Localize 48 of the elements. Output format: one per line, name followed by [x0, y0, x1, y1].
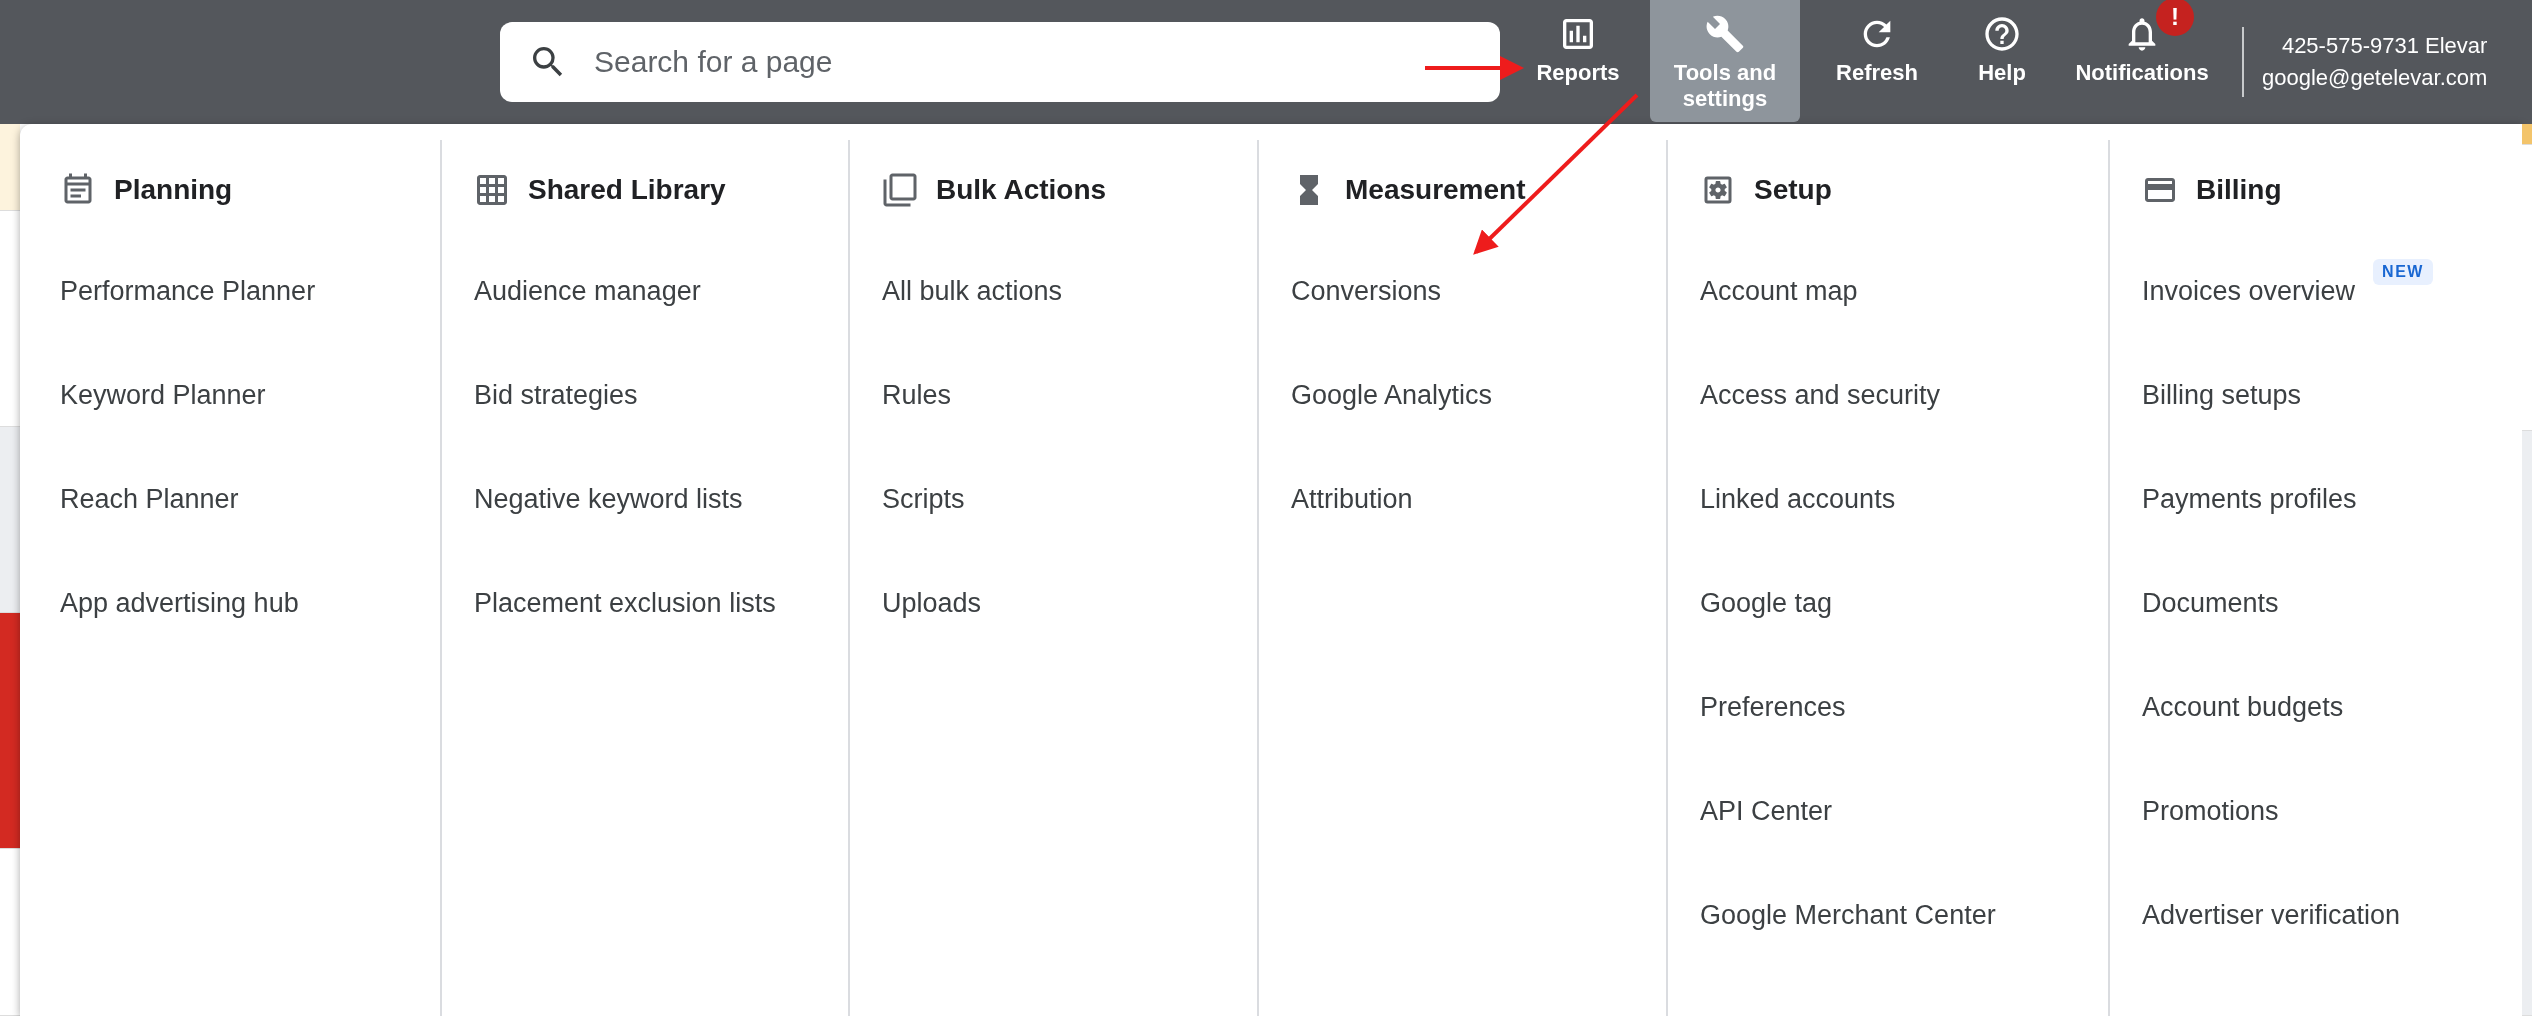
menu-link[interactable]: Preferences [1700, 691, 1846, 723]
menu-link[interactable]: Account map [1700, 275, 1858, 307]
menu-link[interactable]: Google Merchant Center [1700, 899, 1996, 931]
section-title: Measurement [1345, 174, 1526, 206]
menu-link[interactable]: Performance Planner [60, 275, 316, 307]
menu-link[interactable]: Google Analytics [1291, 379, 1493, 411]
menu-link[interactable]: All bulk actions [882, 275, 1063, 307]
copy-icon [882, 172, 918, 208]
menu-link[interactable]: Google tag [1700, 587, 1833, 619]
menu-link[interactable]: Placement exclusion lists [474, 587, 776, 619]
account-name: 425-575-9731 Elevar [2281, 33, 2488, 59]
menu-link[interactable]: Promotions [2142, 795, 2279, 827]
menu-link[interactable]: Advertiser verification [2142, 899, 2401, 931]
menu-link[interactable]: Linked accounts [1700, 483, 1896, 515]
menu-link[interactable]: Account budgets [2142, 691, 2344, 723]
menu-link[interactable]: Negative keyword lists [474, 483, 743, 515]
nav-button[interactable]: Help [1954, 0, 2050, 122]
menu-link[interactable]: Reach Planner [60, 483, 239, 515]
menu-link[interactable]: Payments profiles [2142, 483, 2357, 515]
section-title: Setup [1754, 174, 1832, 206]
new-badge: NEW [2373, 259, 2433, 285]
section-title: Planning [114, 174, 233, 206]
alert-badge: ! [2156, 0, 2194, 36]
menu-link[interactable]: Bid strategies [474, 379, 638, 411]
menu-link[interactable]: App advertising hub [60, 587, 299, 619]
menu-link[interactable]: Rules [882, 379, 952, 411]
grid-icon [474, 172, 510, 208]
menu-link[interactable]: Documents [2142, 587, 2279, 619]
nav-button[interactable]: Reports [1518, 0, 1638, 122]
section-title: Bulk Actions [936, 174, 1107, 206]
help-icon [1982, 14, 2022, 54]
menu-link[interactable]: Conversions [1291, 275, 1442, 307]
menu-link[interactable]: Audience manager [474, 275, 701, 307]
wrench-icon [1705, 14, 1745, 54]
account-email: google@getelevar.com [2262, 65, 2488, 91]
menu-link[interactable]: API Center [1700, 795, 1833, 827]
nav-button[interactable]: Notifications ! [2062, 0, 2222, 122]
section-title: Billing [2196, 174, 2282, 206]
menu-link[interactable]: Scripts [882, 483, 965, 515]
search-field[interactable]: Search for a page [500, 22, 1500, 102]
menu-link[interactable]: Attribution [1291, 483, 1413, 515]
menu-link[interactable]: Keyword Planner [60, 379, 266, 411]
menu-link[interactable]: Billing setups [2142, 379, 2302, 411]
menu-link[interactable]: Uploads [882, 587, 982, 619]
menu-link[interactable]: Access and security [1700, 379, 1941, 411]
menu-link[interactable]: Invoices overview [2142, 275, 2356, 307]
section-title: Shared Library [528, 174, 726, 206]
nav-button[interactable]: Refresh [1812, 0, 1942, 122]
